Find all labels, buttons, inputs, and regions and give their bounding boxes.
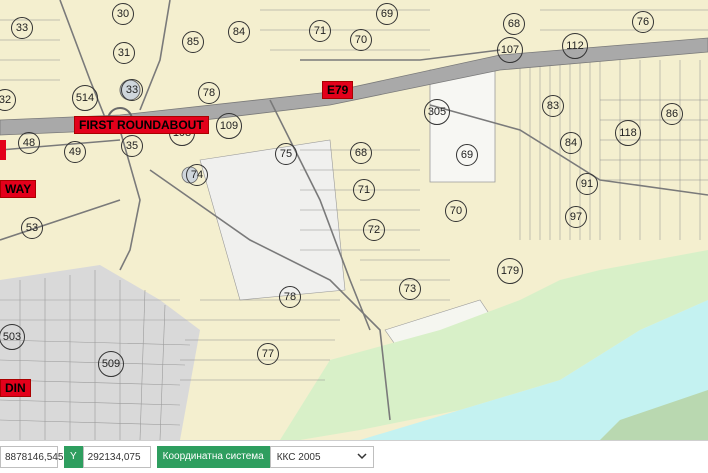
crs-select[interactable]: ККС 2005 [269,446,374,468]
crs-select-value: ККС 2005 [276,451,321,463]
parcel-label[interactable]: 78 [279,286,301,308]
parcel-label[interactable]: 68 [503,13,525,35]
parcel-label[interactable]: 68 [350,142,372,164]
parcel-label[interactable]: 71 [309,20,331,42]
parcel-label[interactable]: 71 [353,179,375,201]
parcel-label[interactable]: 86 [661,103,683,125]
parcel-label[interactable]: 112 [562,33,588,59]
x-coordinate-field[interactable]: 8878146,545 [0,446,63,468]
parcel-label[interactable]: 35 [121,135,143,157]
parcel-label[interactable]: 49 [64,141,86,163]
parcel-label[interactable]: 84 [228,21,250,43]
parcel-label[interactable]: 97 [565,206,587,228]
road-label-e79: E79 [322,81,354,99]
road-label-first-roundabout: FIRST ROUNDABOUT [74,116,209,134]
crs-label: Координатна система [156,446,270,468]
parcel-label[interactable]: 33 [121,79,143,101]
parcel-label[interactable]: 503 [0,324,25,350]
parcel-label[interactable]: 75 [275,143,297,165]
parcel-label[interactable]: 107 [497,37,523,63]
parcel-label[interactable]: 91 [576,173,598,195]
parcel-label[interactable]: 30 [112,3,134,25]
coordinate-statusbar: 8878146,545 Y 292134,075 Координатна сис… [0,440,708,473]
parcel-label[interactable]: 85 [182,31,204,53]
parcel-label[interactable]: 48 [18,132,40,154]
parcel-label[interactable]: 83 [542,95,564,117]
parcel-label[interactable]: 84 [560,132,582,154]
chevron-down-icon [357,451,367,464]
road-label-way: WAY [0,180,37,198]
y-coordinate-field[interactable]: 292134,075 [82,446,151,468]
parcel-label[interactable]: 509 [98,351,124,377]
parcel-label[interactable]: 33 [11,17,33,39]
parcel-label[interactable]: 69 [456,144,478,166]
parcel-label[interactable]: 77 [257,343,279,365]
parcel-label[interactable]: 53 [21,217,43,239]
parcel-label[interactable]: 179 [497,258,523,284]
parcel-label[interactable]: 109 [216,113,242,139]
road-label-din: DIN [0,379,31,397]
parcel-label[interactable]: 118 [615,120,641,146]
parcel-label[interactable]: 74 [186,164,208,186]
parcel-label[interactable]: 73 [399,278,421,300]
parcel-label[interactable]: 76 [632,11,654,33]
boundary-marker [0,140,6,160]
parcel-label[interactable]: 305 [424,99,450,125]
parcel-label[interactable]: 69 [376,3,398,25]
parcel-label[interactable]: 78 [198,82,220,104]
parcel-label[interactable]: 70 [350,29,372,51]
parcel-label[interactable]: 31 [113,42,135,64]
parcel-label[interactable]: 72 [363,219,385,241]
y-coordinate-label: Y [64,446,83,468]
parcel-label[interactable]: 70 [445,200,467,222]
cadastral-map[interactable]: 30 33 31 85 84 69 68 76 71 70 107 112 51… [0,0,708,472]
parcel-label[interactable]: 514 [72,85,98,111]
